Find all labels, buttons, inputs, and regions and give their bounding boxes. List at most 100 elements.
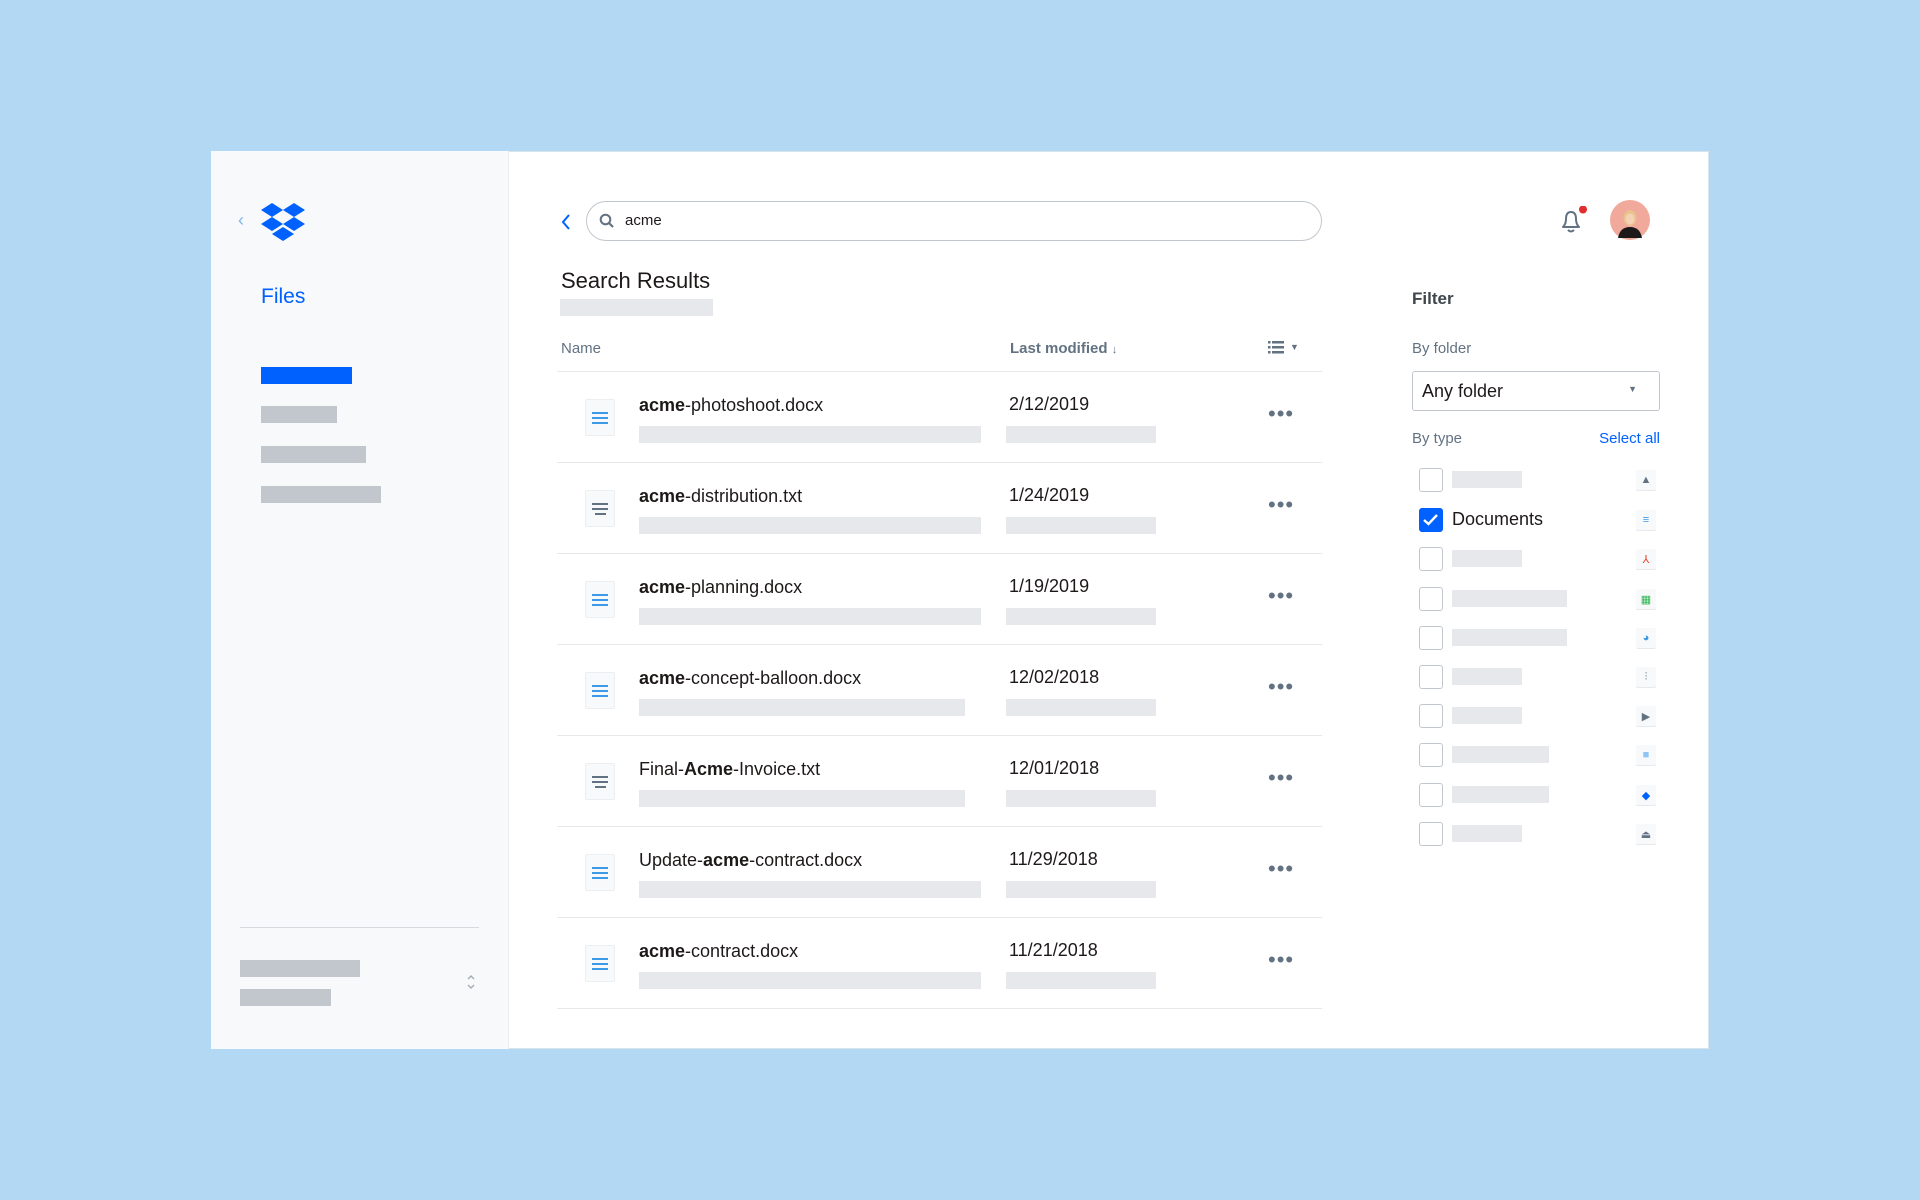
more-actions-button[interactable]: ••• [1268,765,1294,791]
sidebar-nav-placeholder[interactable] [261,486,381,503]
file-modified-date: 1/19/2019 [1009,576,1090,596]
sidebar-nav-placeholder[interactable] [261,406,337,423]
more-actions-button[interactable]: ••• [1268,856,1294,882]
spreadsheet-icon: ▦ [1636,589,1656,609]
type-checkbox[interactable] [1419,783,1443,807]
search-icon [599,213,614,228]
type-label-placeholder [1452,825,1522,842]
more-actions-button[interactable]: ••• [1268,492,1294,518]
image-icon: ▲ [1636,470,1656,490]
video-icon: ▶ [1636,706,1656,726]
type-label[interactable]: Documents [1452,509,1543,530]
dropbox-file-icon: ◆ [1636,785,1656,805]
select-all-link[interactable]: Select all [1599,430,1660,447]
type-checkbox[interactable] [1419,743,1443,767]
file-name[interactable]: acme-concept-balloon.docx [639,668,861,689]
file-modified-date: 2/12/2019 [1009,394,1090,414]
sidebar [211,151,509,1049]
dropbox-logo-icon[interactable] [261,203,305,241]
sidebar-nav-placeholder[interactable] [261,446,366,463]
back-chevron-icon[interactable] [560,213,572,231]
type-label-placeholder [1452,550,1522,567]
type-checkbox[interactable] [1419,665,1443,689]
file-name[interactable]: acme-photoshoot.docx [639,395,823,416]
file-row[interactable] [557,735,1322,826]
more-actions-button[interactable]: ••• [1268,947,1294,973]
file-name-match: acme [639,486,686,506]
results-count-placeholder [560,299,713,316]
file-path-placeholder [639,790,965,807]
user-avatar[interactable] [1610,200,1650,240]
type-checkbox[interactable] [1419,626,1443,650]
sidebar-item-files[interactable]: Files [261,285,305,309]
sort-arrow-icon: ↓ [1111,344,1118,356]
file-path-placeholder [639,699,965,716]
file-name-part: -distribution.txt [685,486,803,506]
type-label-placeholder [1452,590,1567,607]
document-file-icon [585,854,615,891]
notification-dot [1579,206,1587,214]
file-meta-placeholder [1006,881,1156,898]
account-switcher-chevrons-icon[interactable] [466,972,476,992]
folder-select-value: Any folder [1422,381,1504,401]
collapse-sidebar-icon[interactable]: ‹ [238,210,244,231]
document-icon: ≡ [1636,510,1656,530]
more-actions-button[interactable]: ••• [1268,401,1294,427]
text-file-icon [585,490,615,527]
type-checkbox[interactable] [1419,704,1443,728]
more-actions-button[interactable]: ••• [1268,674,1294,700]
file-meta-placeholder [1006,608,1156,625]
file-path-placeholder [639,426,981,443]
file-name-part: Final- [639,759,685,779]
filter-title: Filter [1412,289,1454,308]
account-placeholder [240,989,331,1006]
sidebar-nav-placeholder-active[interactable] [261,367,352,384]
file-path-placeholder [639,608,981,625]
file-path-placeholder [639,881,981,898]
folder-select[interactable]: Any folder ▼ [1412,371,1660,411]
file-meta-placeholder [1006,426,1156,443]
account-placeholder [240,960,360,977]
file-path-placeholder [639,517,981,534]
file-meta-placeholder [1006,699,1156,716]
type-checkbox[interactable] [1419,822,1443,846]
file-name[interactable]: acme-distribution.txt [639,486,802,507]
type-checkbox[interactable] [1419,587,1443,611]
type-checkbox[interactable] [1419,547,1443,571]
column-header-name[interactable]: Name [561,340,601,357]
document-file-icon [585,945,615,982]
type-checkbox[interactable] [1419,508,1443,532]
notification-bell-icon[interactable] [1557,206,1589,236]
search-field[interactable] [586,201,1322,241]
file-meta-placeholder [1006,790,1156,807]
file-name[interactable]: acme-planning.docx [639,577,802,598]
search-input[interactable] [625,212,1305,229]
type-label-placeholder [1452,668,1522,685]
column-header-last-modified[interactable]: Last modified ↓ [1010,340,1117,357]
file-row[interactable] [557,553,1322,644]
file-row[interactable] [557,826,1322,917]
type-checkbox[interactable] [1419,468,1443,492]
view-options-button[interactable]: ▼ [1268,340,1299,354]
file-row[interactable] [557,644,1322,735]
file-modified-date: 11/21/2018 [1009,940,1098,960]
file-name-part: -Invoice.txt [733,759,821,779]
file-name[interactable]: acme-contract.docx [639,941,798,962]
file-modified-date: 12/01/2018 [1009,758,1100,778]
file-row[interactable] [557,917,1322,1008]
more-actions-button[interactable]: ••• [1268,583,1294,609]
file-name[interactable]: Final-Acme-Invoice.txt [639,759,820,780]
file-meta-placeholder [1006,517,1156,534]
file-name[interactable]: Update-acme-contract.docx [639,850,862,871]
file-name-match: acme [639,941,686,961]
document-file-icon [585,399,615,436]
file-name-match: acme [639,395,686,415]
document-file-icon [585,672,615,709]
list-view-icon [1268,341,1284,354]
file-path-placeholder [639,972,981,989]
file-row[interactable] [557,462,1322,553]
file-name-match: Acme [684,759,734,779]
row-divider [557,1008,1322,1009]
by-type-label: By type [1412,430,1463,447]
file-row[interactable] [557,371,1322,462]
